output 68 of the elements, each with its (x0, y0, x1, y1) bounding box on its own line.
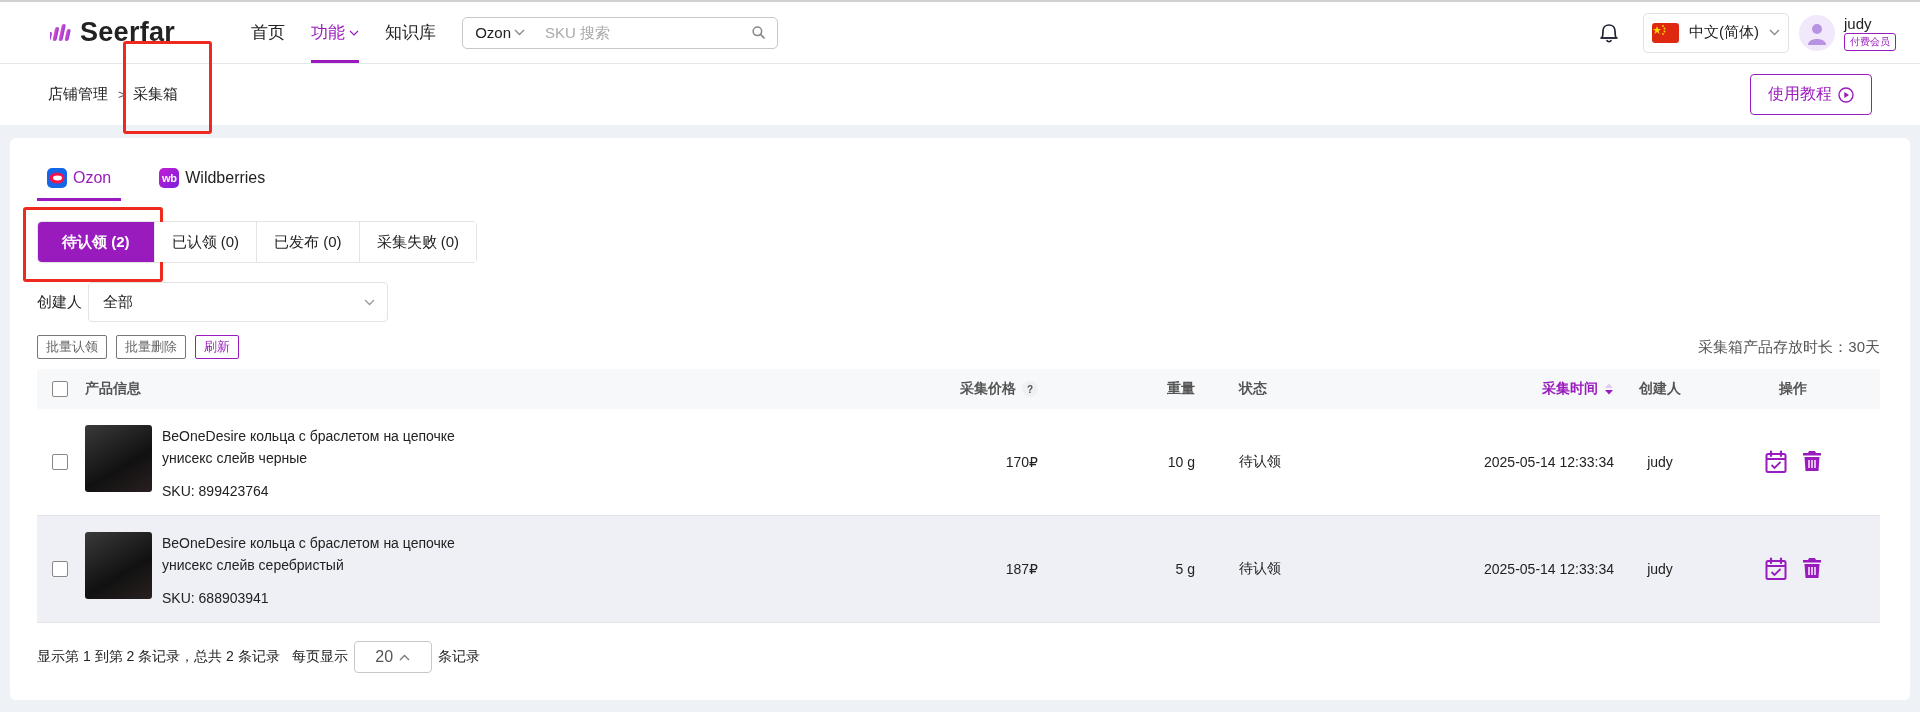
user-name: judy (1844, 14, 1873, 32)
row-checkbox[interactable] (51, 561, 68, 577)
action-button[interactable]: 批量删除 (116, 335, 186, 359)
chevron-up-icon (399, 653, 411, 661)
photo-placeholder (85, 532, 152, 599)
column-header: 创建人 (1639, 380, 1681, 398)
breadcrumb-item[interactable]: 店铺管理 (48, 85, 108, 104)
per-page-label: 每页显示 (291, 648, 348, 666)
status-cell: 待认领 (1239, 560, 1281, 578)
weight-cell: 10 g (1167, 454, 1195, 470)
select-all-checkbox[interactable] (51, 381, 68, 397)
help-icon[interactable]: ? (1022, 381, 1038, 397)
retention-note: 采集箱产品存放时长：30天 (1698, 337, 1880, 357)
chevron-down-icon (514, 29, 526, 36)
column-header: 操作 (1779, 380, 1807, 398)
wb-logo-icon: wb (159, 168, 180, 188)
member-badge: 付费会员 (1844, 32, 1896, 51)
action-button[interactable]: 批量认领 (37, 335, 107, 359)
price-cell: 187₽ (1005, 561, 1038, 577)
nav-item[interactable]: 首页 (251, 2, 286, 63)
product-sku: SKU: 899423764 (162, 483, 270, 499)
creator-cell: judy (1647, 454, 1673, 470)
table-row[interactable]: BeOneDesire кольца с браслетом на цепочке унисекс слейв серебристый SKU: 688903941 187₽ 5 g 待认领 2025-05-14 12:33:34 judy (37, 516, 1880, 623)
product-title: BeOneDesire кольца с браслетом на цепочке унисекс слейв черные (162, 427, 456, 468)
product-sku: SKU: 688903941 (162, 590, 270, 606)
creator-select[interactable]: 全部 (88, 282, 388, 322)
filter-label: 创建人 (37, 292, 82, 312)
status-cell: 待认领 (1239, 453, 1281, 471)
language-select[interactable]: 中文(简体) (1643, 12, 1789, 53)
time-cell: 2025-05-14 12:33:34 (1484, 561, 1614, 577)
status-tab[interactable]: 待认领 (2) (38, 222, 154, 262)
time-cell: 2025-05-14 12:33:34 (1484, 454, 1614, 470)
trash-icon[interactable] (1802, 450, 1822, 474)
per-page-suffix: 条记录 (437, 648, 480, 666)
weight-cell: 5 g (1175, 561, 1195, 577)
platform-tab[interactable]: Ozon (37, 160, 122, 201)
chevron-down-icon (1769, 29, 1780, 36)
photo-placeholder (85, 425, 152, 492)
column-header: 状态 (1239, 380, 1267, 398)
nav-item[interactable]: 知识库 (385, 2, 437, 63)
page-size-select[interactable]: 20 (353, 641, 432, 673)
price-cell: 170₽ (1005, 454, 1038, 470)
play-icon (1838, 86, 1854, 103)
calendar-check-icon[interactable] (1764, 450, 1788, 474)
pagination-summary: 显示第 1 到第 2 条记录，总共 2 条记录 (37, 648, 280, 666)
status-tab[interactable]: 采集失败 (0) (358, 222, 476, 262)
tutorial-button[interactable]: 使用教程 (1750, 74, 1872, 115)
bell-icon[interactable] (1599, 21, 1619, 44)
action-button[interactable]: 刷新 (195, 335, 239, 359)
sort-icon[interactable] (1604, 382, 1614, 396)
column-header: 重量 (1167, 380, 1195, 398)
product-title: BeOneDesire кольца с браслетом на цепочке унисекс слейв серебристый (162, 534, 456, 575)
column-header: 采集价格 (960, 380, 1016, 398)
ozon-logo-icon (47, 168, 67, 188)
breadcrumb-item: 采集箱 (122, 41, 212, 134)
platform-tab[interactable]: wb Wildberries (149, 160, 276, 201)
calendar-check-icon[interactable] (1764, 557, 1788, 581)
search-field[interactable]: Ozon SKU 搜索 (462, 16, 779, 49)
flag-icon (1652, 22, 1679, 43)
row-checkbox[interactable] (51, 454, 68, 470)
chevron-down-icon (364, 298, 375, 306)
search-icon[interactable] (752, 24, 766, 41)
column-header[interactable]: 采集时间 (1542, 380, 1598, 398)
platform-select[interactable]: Ozon (475, 24, 526, 41)
chevron-down-icon (349, 29, 360, 36)
creator-cell: judy (1647, 561, 1673, 577)
trash-icon[interactable] (1802, 557, 1822, 581)
column-header: 产品信息 (85, 380, 141, 398)
